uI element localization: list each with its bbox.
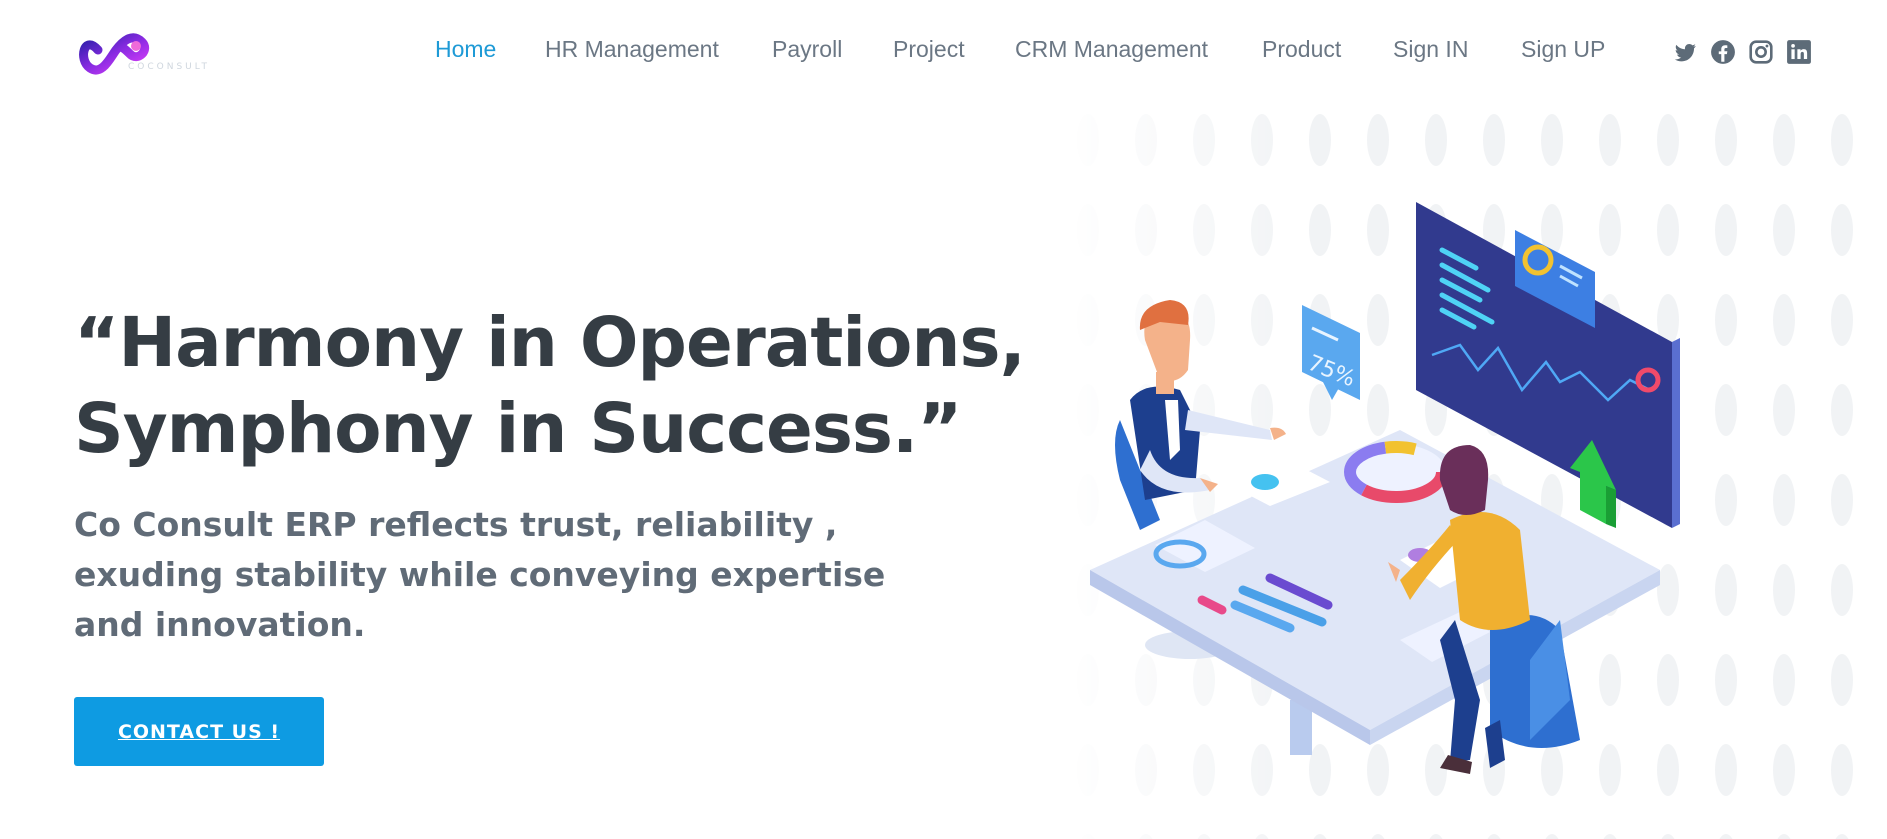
table-donut-chart xyxy=(1344,441,1448,503)
hero-title-line-2: Symphony in Success.” xyxy=(74,389,963,469)
business-meeting-illustration: 75% xyxy=(1060,100,1887,839)
nav-hr-management[interactable]: HR Management xyxy=(545,36,719,63)
instagram-icon[interactable] xyxy=(1748,39,1774,65)
contact-us-button[interactable]: CONTACT US ! xyxy=(74,697,324,766)
hero-title: “Harmony in Operations, Symphony in Succ… xyxy=(74,300,1026,472)
nav-product[interactable]: Product xyxy=(1262,36,1341,63)
nav-project[interactable]: Project xyxy=(893,36,965,63)
hero-title-line-1: “Harmony in Operations, xyxy=(74,303,1026,383)
nav-payroll[interactable]: Payroll xyxy=(772,36,842,63)
nav-sign-up[interactable]: Sign UP xyxy=(1521,36,1605,63)
twitter-icon[interactable] xyxy=(1672,39,1698,65)
site-header: COCONSULT Home HR Management Payroll Pro… xyxy=(0,0,1887,100)
linkedin-icon[interactable] xyxy=(1786,39,1812,65)
nav-home[interactable]: Home xyxy=(435,36,496,63)
nav-crm-management[interactable]: CRM Management xyxy=(1015,36,1208,63)
nav-sign-in[interactable]: Sign IN xyxy=(1393,36,1468,63)
facebook-icon[interactable] xyxy=(1710,39,1736,65)
hero-description: Co Consult ERP reflects trust, reliabili… xyxy=(74,505,886,644)
logo-subtext: COCONSULT xyxy=(128,62,211,72)
social-links xyxy=(1672,39,1812,65)
